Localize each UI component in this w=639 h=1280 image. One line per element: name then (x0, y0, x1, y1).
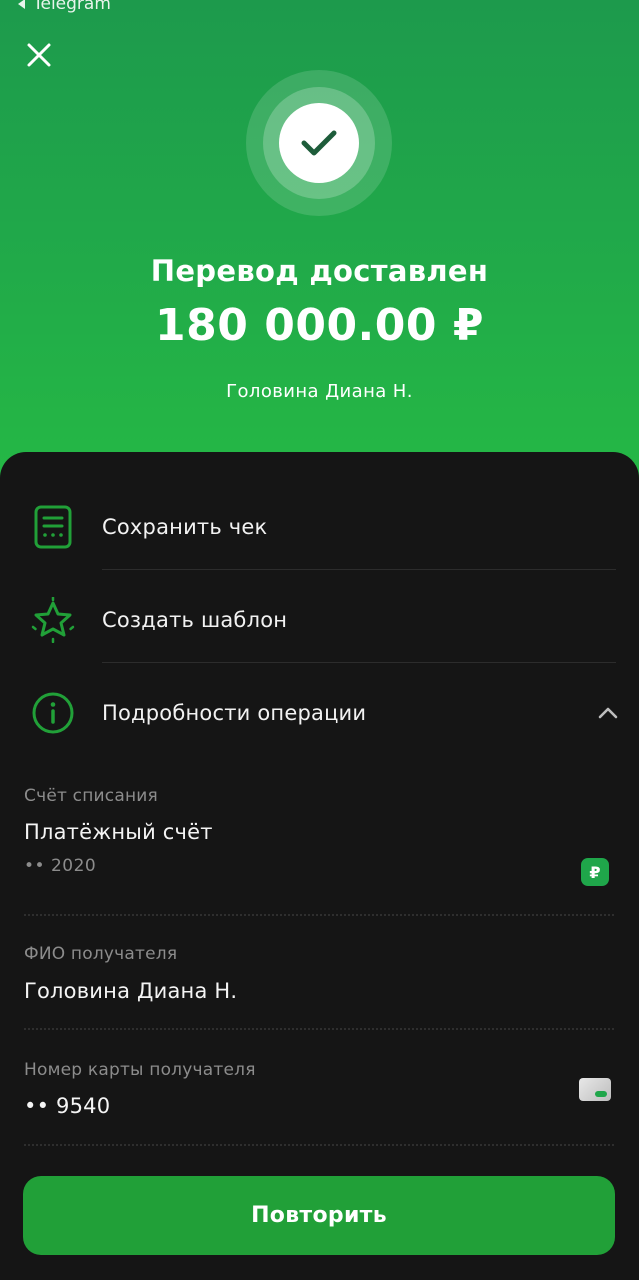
recipient-name-value: Головина Диана Н. (24, 979, 238, 1003)
recipient-name-label: ФИО получателя (24, 944, 178, 964)
divider (102, 569, 616, 570)
success-header: Telegram Перевод доставлен 180 000.00 ₽ … (0, 0, 639, 480)
source-account-value: Платёжный счёт (24, 820, 213, 844)
transfer-amount: 180 000.00 ₽ (155, 300, 484, 351)
repeat-transfer-button[interactable]: Повторить (23, 1176, 615, 1255)
save-receipt-action[interactable]: Сохранить чек (0, 480, 639, 573)
info-icon (30, 690, 76, 736)
recipient-card-value: •• 9540 (24, 1094, 111, 1118)
dotted-divider (24, 1028, 614, 1030)
recipient-name: Головина Диана Н. (226, 381, 413, 402)
back-arrow-icon (18, 0, 25, 9)
create-template-action[interactable]: Создать шаблон (0, 573, 639, 666)
dotted-divider (24, 914, 614, 916)
receipt-icon (30, 504, 76, 550)
chevron-up-icon (597, 702, 619, 724)
bank-card-icon (579, 1078, 611, 1101)
create-template-label: Создать шаблон (102, 607, 288, 632)
star-icon (30, 596, 76, 643)
save-receipt-label: Сохранить чек (102, 514, 268, 539)
back-to-telegram-link[interactable]: Telegram (18, 0, 111, 14)
source-account-number: •• 2020 (24, 856, 97, 876)
source-account-label: Счёт списания (24, 786, 158, 806)
recipient-card-label: Номер карты получателя (24, 1060, 256, 1080)
payment-success-screen: Telegram Перевод доставлен 180 000.00 ₽ … (0, 0, 639, 1280)
checkmark-icon (301, 130, 337, 156)
success-check-halo (246, 70, 392, 216)
close-icon (27, 43, 51, 67)
details-sheet: Сохранить чек Создать шаблон Подробности… (0, 452, 639, 1280)
back-label: Telegram (33, 0, 111, 14)
operation-details-toggle[interactable]: Подробности операции (0, 666, 639, 759)
operation-details-label: Подробности операции (102, 700, 367, 725)
divider (102, 662, 616, 663)
success-check-circle (279, 103, 359, 183)
transfer-status-title: Перевод доставлен (150, 254, 489, 288)
close-button[interactable] (22, 38, 56, 72)
ruble-account-icon: ₽ (581, 858, 609, 886)
dotted-divider (24, 1144, 614, 1146)
